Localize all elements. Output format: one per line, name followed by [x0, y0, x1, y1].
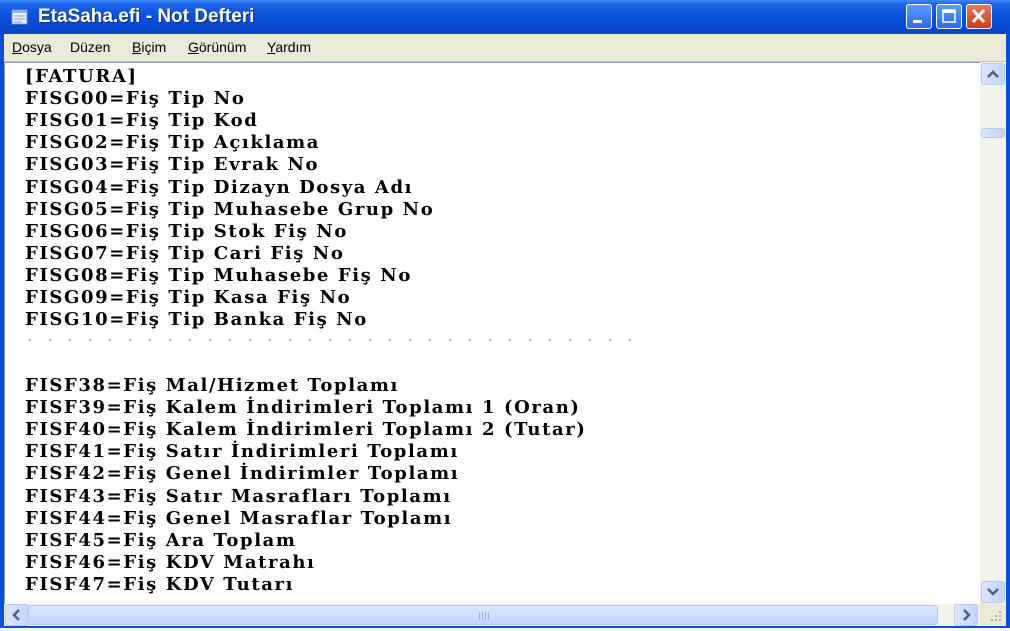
text-line: FISF43=Fiş Satır Masrafları Toplamı	[25, 485, 452, 507]
close-icon	[971, 8, 986, 24]
text-line: FISG09=Fiş Tip Kasa Fiş No	[25, 287, 352, 308]
menu-gorunum[interactable]: Görünüm	[188, 39, 246, 55]
text-line: FISF42=Fiş Genel İndirimler Toplamı	[25, 463, 460, 485]
text-line: FISG03=Fiş Tip Evrak No	[25, 154, 320, 176]
text-editor[interactable]: [FATURA] FISG00=Fiş Tip No FISG01=Fiş Tip …	[4, 62, 980, 604]
vertical-scroll-thumb[interactable]	[981, 128, 1005, 138]
maximize-button[interactable]	[936, 4, 962, 29]
menu-gorunum-mnemonic: G	[188, 39, 199, 55]
scroll-down-button[interactable]	[981, 581, 1005, 603]
grip-line	[485, 612, 486, 620]
grip-line	[482, 612, 483, 620]
menu-duzen[interactable]: Düzen	[70, 39, 110, 55]
chevron-up-icon	[987, 70, 999, 78]
text-line: FISG08=Fiş Tip Muhasebe Fiş No	[25, 264, 412, 286]
chevron-right-icon	[963, 609, 971, 621]
text-line: FISG07=Fiş Tip Cari Fiş No	[25, 242, 345, 264]
horizontal-scrollbar[interactable]	[4, 604, 980, 626]
grip-line	[479, 612, 480, 620]
menu-duzen-label: Düzen	[70, 39, 111, 55]
text-line: FISF39=Fiş Kalem İndirimleri Toplamı 1 (…	[25, 397, 581, 419]
resize-grip-icon	[991, 611, 1001, 621]
menu-bicim[interactable]: Biçim	[132, 39, 166, 55]
minimize-icon	[913, 20, 922, 23]
menu-dosya-label: osya	[22, 39, 52, 55]
text-line: FISG05=Fiş Tip Muhasebe Grup No	[25, 198, 435, 220]
vertical-scrollbar[interactable]	[980, 62, 1006, 604]
text-line: FISG00=Fiş Tip No	[25, 88, 246, 110]
text-line: FISF44=Fiş Genel Masraflar Toplamı	[25, 507, 453, 529]
menu-yardim-label: ardım	[275, 39, 312, 55]
text-line: FISF40=Fiş Kalem İndirimleri Toplamı 2 (…	[25, 419, 587, 441]
horizontal-scroll-thumb[interactable]	[28, 605, 938, 625]
text-line: FISG02=Fiş Tip Açıklama	[25, 132, 321, 154]
text-line: FISG06=Fiş Tip Stok Fiş No	[25, 220, 348, 242]
menu-bicim-mnemonic: B	[132, 39, 142, 55]
menu-bar: Dosya Düzen Biçim Görünüm Yardım	[4, 34, 1006, 62]
scroll-left-button[interactable]	[5, 604, 29, 626]
dotted-separator	[29, 339, 641, 341]
scroll-right-button[interactable]	[954, 604, 978, 626]
menu-gorunum-label: örünüm	[198, 39, 247, 55]
scroll-up-button[interactable]	[981, 63, 1005, 85]
text-line: FISF38=Fiş Mal/Hizmet Toplamı	[25, 375, 399, 396]
title-bar[interactable]: EtaSaha.efi - Not Defteri	[0, 0, 1010, 34]
window-title: EtaSaha.efi - Not Defteri	[38, 6, 255, 27]
notepad-icon[interactable]	[10, 7, 30, 27]
text-line: FISF45=Fiş Ara Toplam	[25, 529, 297, 551]
text-line: FISF41=Fiş Satır İndirimleri Toplamı	[25, 441, 459, 463]
menu-dosya[interactable]: Dosya	[12, 39, 52, 55]
maximize-icon	[942, 9, 956, 23]
text-line: FISF46=Fiş KDV Matrahı	[25, 551, 316, 573]
chevron-down-icon	[987, 588, 999, 596]
chevron-left-icon	[12, 609, 20, 621]
resize-grip[interactable]	[980, 604, 1006, 626]
text-line: FISG01=Fiş Tip Kod	[25, 110, 259, 132]
menu-bicim-label: içim	[141, 39, 167, 55]
close-button[interactable]	[966, 4, 992, 29]
text-line: FISG10=Fiş Tip Banka Fiş No	[25, 309, 368, 331]
text-line: FISF47=Fiş KDV Tutarı	[25, 573, 295, 595]
menu-yardim[interactable]: Yardım	[267, 39, 311, 55]
notepad-window: EtaSaha.efi - Not Defteri Dosya Düzen Bi…	[0, 0, 1010, 628]
menu-dosya-mnemonic: D	[12, 39, 23, 55]
minimize-button[interactable]	[906, 4, 932, 29]
grip-line	[488, 612, 489, 620]
text-line: [FATURA]	[25, 66, 138, 87]
text-line: FISG04=Fiş Tip Dizayn Dosya Adı	[25, 176, 414, 198]
